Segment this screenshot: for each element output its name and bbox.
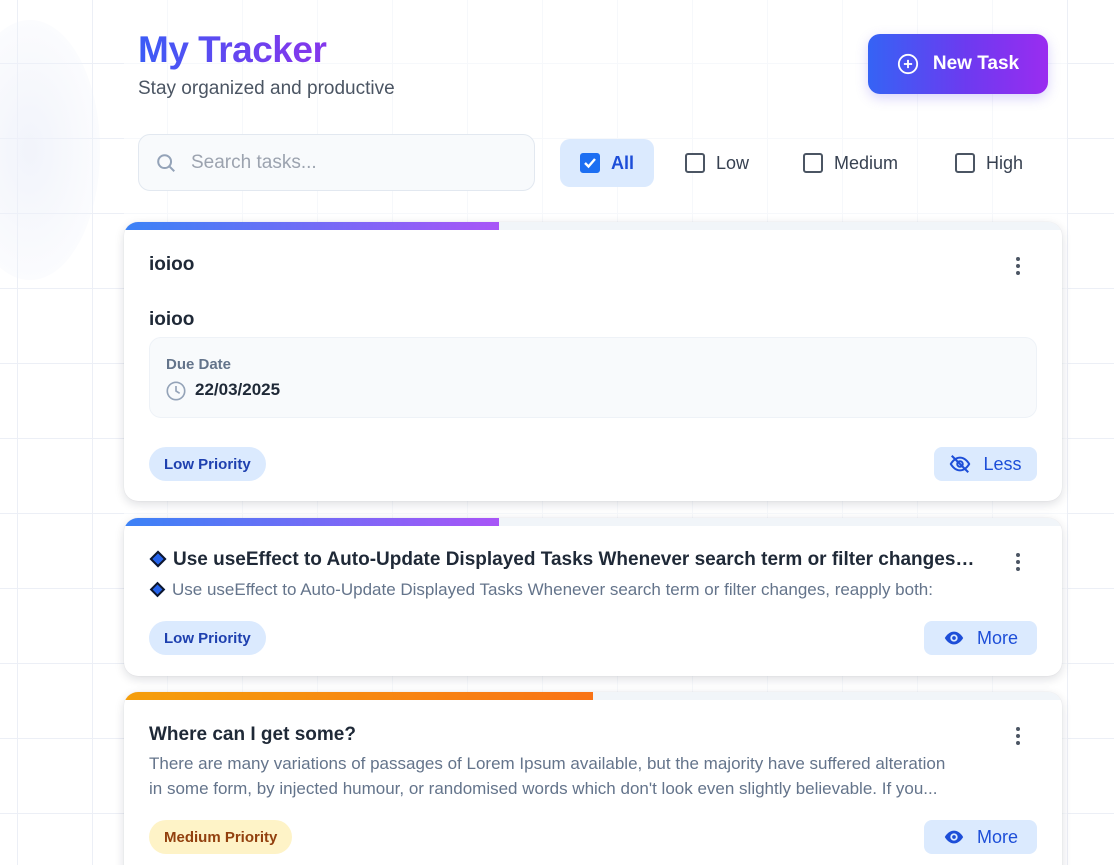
progress-bar xyxy=(124,518,500,526)
more-button[interactable]: More xyxy=(924,820,1037,854)
eye-icon xyxy=(943,826,965,848)
filter-low-label: Low xyxy=(716,152,750,173)
less-button[interactable]: Less xyxy=(934,447,1037,481)
priority-badge: Low Priority xyxy=(149,447,266,481)
more-vertical-icon[interactable] xyxy=(1014,255,1022,277)
filter-medium[interactable]: Medium xyxy=(783,139,918,187)
more-vertical-icon[interactable] xyxy=(1014,725,1022,747)
progress-track xyxy=(124,518,1062,526)
filter-all-label: All xyxy=(611,152,635,173)
progress-bar xyxy=(124,692,593,700)
diamond-icon xyxy=(149,550,167,568)
eye-off-icon xyxy=(949,453,971,475)
checkbox-low[interactable] xyxy=(685,153,705,173)
search-box[interactable] xyxy=(138,134,535,191)
filter-high[interactable]: High xyxy=(935,139,1043,187)
checkbox-medium[interactable] xyxy=(803,153,823,173)
due-date-panel: Due Date 22/03/2025 xyxy=(149,337,1037,418)
search-icon xyxy=(155,152,177,174)
task-description: ioioo xyxy=(149,309,195,330)
more-button[interactable]: More xyxy=(924,621,1037,655)
priority-badge: Low Priority xyxy=(149,621,266,655)
filter-high-label: High xyxy=(986,152,1024,173)
progress-track xyxy=(124,222,1062,230)
due-date-label: Due Date xyxy=(166,356,232,373)
task-title-text: Use useEffect to Auto-Update Displayed T… xyxy=(173,549,979,570)
filter-all[interactable]: All xyxy=(560,139,655,187)
new-task-button[interactable]: New Task xyxy=(868,34,1048,94)
more-vertical-icon[interactable] xyxy=(1014,551,1022,573)
background-decoration xyxy=(0,20,100,280)
task-title: Use useEffect to Auto-Update Displayed T… xyxy=(149,549,979,571)
task-description-line: in some form, by injected humour, or ran… xyxy=(149,779,938,798)
priority-badge: Medium Priority xyxy=(149,820,293,854)
task-card[interactable]: Where can I get some? There are many var… xyxy=(124,692,1062,865)
filter-low[interactable]: Low xyxy=(665,139,769,187)
task-card[interactable]: ioioo ioioo Due Date 22/03/2025 Low Prio… xyxy=(124,222,1062,501)
task-description-text: Use useEffect to Auto-Update Displayed T… xyxy=(172,580,933,599)
due-date-value: 22/03/2025 xyxy=(195,380,281,399)
filter-medium-label: Medium xyxy=(834,152,899,173)
task-description: There are many variations of passages of… xyxy=(149,751,989,801)
clock-icon xyxy=(165,380,187,402)
progress-track xyxy=(124,692,1062,700)
checkbox-high[interactable] xyxy=(955,153,975,173)
more-label: More xyxy=(976,826,1018,847)
more-label: More xyxy=(976,627,1018,648)
task-card[interactable]: Use useEffect to Auto-Update Displayed T… xyxy=(124,518,1062,676)
task-description-line: There are many variations of passages of… xyxy=(149,754,946,773)
app-subtitle: Stay organized and productive xyxy=(138,78,395,99)
checkbox-all[interactable] xyxy=(580,153,600,173)
less-label: Less xyxy=(983,453,1022,474)
app-title: My Tracker xyxy=(138,28,395,72)
eye-icon xyxy=(943,627,965,649)
task-title: ioioo xyxy=(149,254,195,275)
task-description: Use useEffect to Auto-Update Displayed T… xyxy=(149,577,979,602)
header: My Tracker Stay organized and productive xyxy=(138,28,395,100)
progress-bar xyxy=(124,222,500,230)
new-task-label: New Task xyxy=(932,53,1020,74)
plus-circle-icon xyxy=(897,53,919,75)
search-input[interactable] xyxy=(191,151,521,174)
task-title: Where can I get some? xyxy=(149,724,356,745)
diamond-icon xyxy=(149,581,166,597)
